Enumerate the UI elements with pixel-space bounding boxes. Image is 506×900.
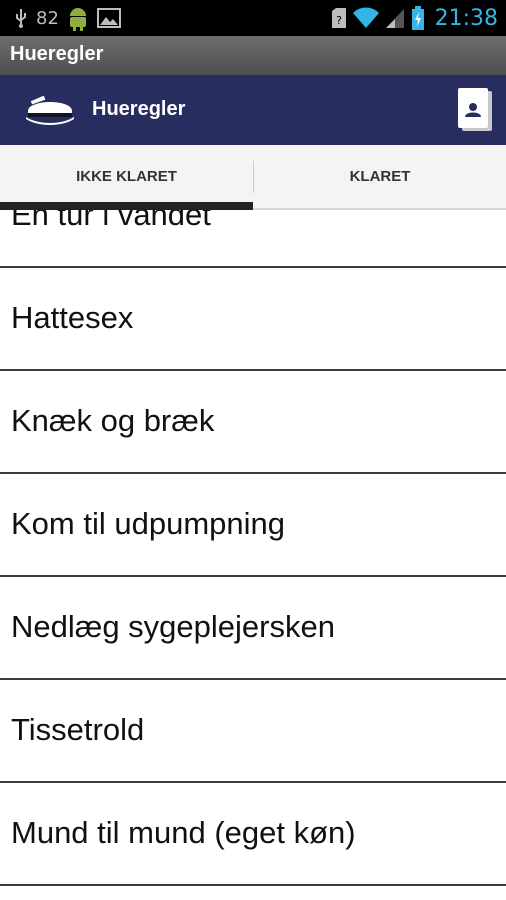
sim-icon: ? (331, 8, 346, 28)
usb-icon (16, 9, 26, 28)
list-item-label: Mund til mund (eget køn) (11, 815, 356, 850)
action-bar-title: Hueregler (92, 98, 186, 120)
wifi-icon (352, 7, 379, 29)
list-item[interactable]: Kom til udpumpning (0, 474, 506, 577)
notification-count: 82 (36, 7, 59, 29)
list-item[interactable]: Mund til mund (eget køn) (0, 783, 506, 886)
list-item[interactable]: Hattesex (0, 268, 506, 371)
window-title: Hueregler (10, 43, 104, 65)
status-bar: 82 ? 21:38 (0, 0, 506, 36)
list-item-label: Tissetrold (11, 712, 145, 747)
tab-ikke-klaret[interactable]: IKKE KLARET (0, 145, 253, 208)
clock: 21:38 (434, 5, 498, 31)
signal-icon (385, 9, 404, 28)
list-item[interactable]: Nedlæg sygeplejersken (0, 577, 506, 680)
student-cap-icon[interactable] (24, 91, 76, 127)
rules-list[interactable]: En tur i vandet Hattesex Knæk og bræk Ko… (0, 210, 506, 900)
svg-text:?: ? (336, 14, 342, 27)
image-icon (96, 8, 121, 28)
contact-card-icon[interactable] (452, 87, 496, 133)
list-item-label: Hattesex (11, 300, 134, 335)
list-item[interactable]: Knæk og bræk (0, 371, 506, 474)
battery-icon (411, 6, 424, 30)
tab-klaret[interactable]: KLARET (254, 145, 506, 208)
list-item[interactable]: Tissetrold (0, 680, 506, 783)
list-item-label: En tur i vandet (11, 210, 211, 232)
android-icon (69, 8, 86, 31)
list-item[interactable]: En tur i vandet (0, 210, 506, 268)
list-item-label: Knæk og bræk (11, 403, 215, 438)
action-bar: Hueregler (0, 75, 506, 145)
window-title-bar: Hueregler (0, 36, 506, 75)
tab-bar: IKKE KLARET KLARET (0, 145, 506, 210)
list-item-label: Kom til udpumpning (11, 506, 285, 541)
list-item-label: Nedlæg sygeplejersken (11, 609, 335, 644)
selected-tab-indicator (0, 202, 253, 210)
